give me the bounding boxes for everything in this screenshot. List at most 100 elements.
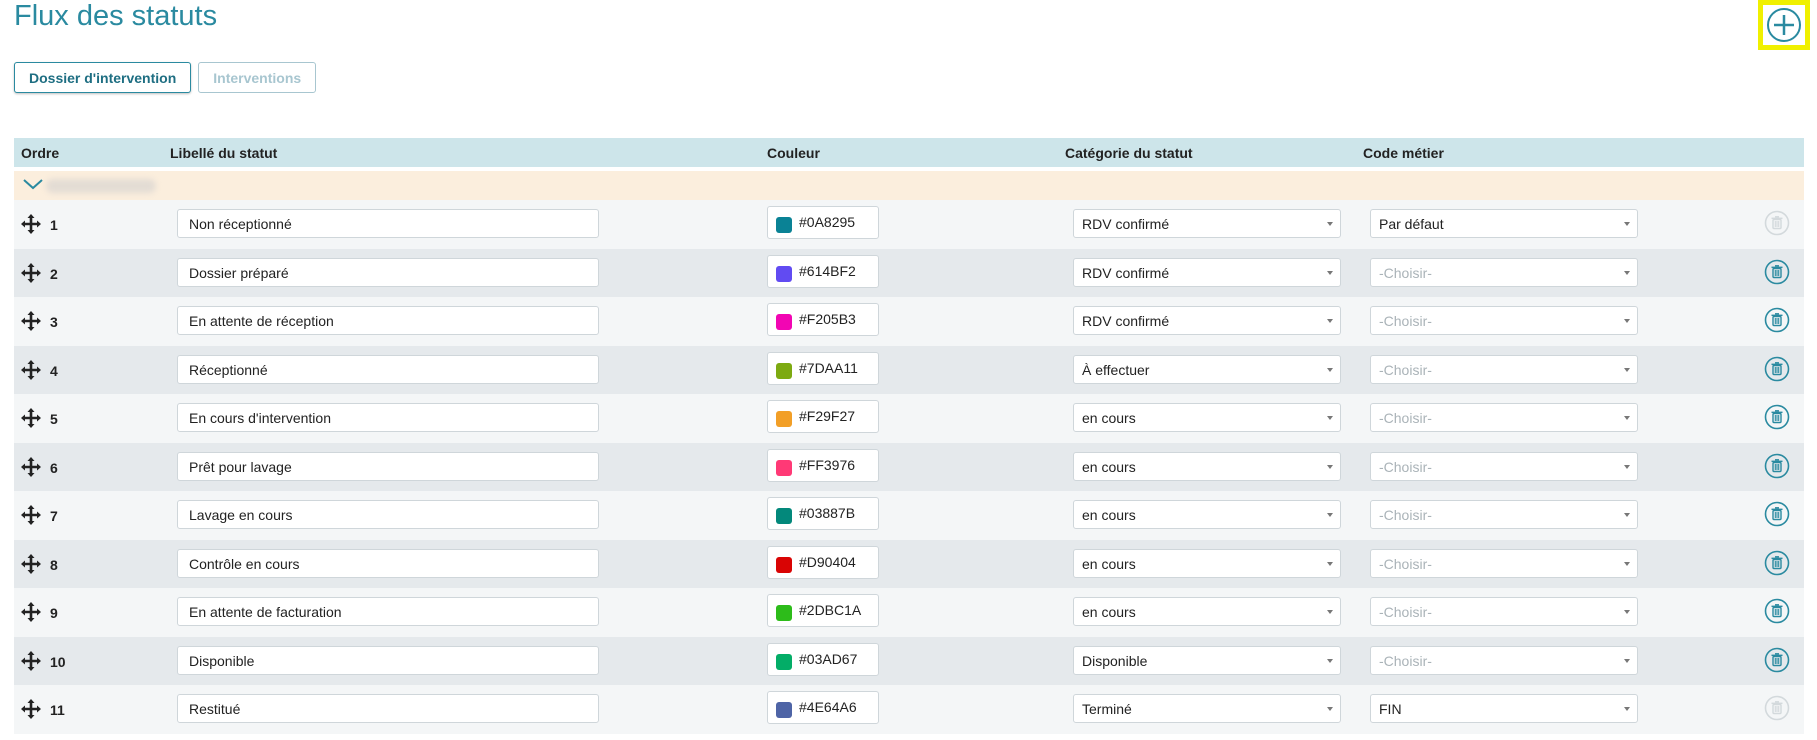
code-select[interactable]: -Choisir- [1370,597,1638,626]
color-picker[interactable]: #0A8295 [767,206,879,239]
category-select[interactable]: en cours [1073,597,1341,626]
caret-down-icon [1624,658,1630,663]
trash-icon[interactable] [1764,356,1790,382]
category-value: Terminé [1082,701,1132,717]
status-label-input[interactable]: En attente de réception [177,306,599,335]
category-select[interactable]: en cours [1073,500,1341,529]
tab-interventions[interactable]: Interventions [198,62,317,93]
status-rows: 1 Non réceptionné #0A8295 RDV confirmé P… [14,200,1804,734]
trash-icon[interactable] [1764,307,1790,333]
trash-icon[interactable] [1764,550,1790,576]
color-picker[interactable]: #F205B3 [767,303,879,336]
row-order: 3 [50,314,58,330]
color-picker[interactable]: #F29F27 [767,400,879,433]
table-row: 1 Non réceptionné #0A8295 RDV confirmé P… [14,200,1804,249]
code-select[interactable]: -Choisir- [1370,548,1638,578]
move-arrows-icon[interactable] [20,310,42,332]
row-order: 6 [50,459,58,476]
move-arrows-icon[interactable] [20,359,42,381]
color-picker[interactable]: #7DAA11 [767,351,879,385]
status-label-input[interactable]: Restitué [177,694,599,723]
code-select[interactable]: -Choisir- [1370,306,1638,335]
code-select[interactable]: -Choisir- [1370,500,1638,529]
caret-down-icon [1327,513,1333,517]
status-label-input[interactable]: En cours d'intervention [177,403,599,432]
color-picker[interactable]: #2DBC1A [767,594,879,627]
status-label-input[interactable]: Disponible [177,645,599,675]
trash-icon[interactable] [1764,404,1790,430]
color-picker[interactable]: #03AD67 [767,642,879,676]
move-arrows-icon[interactable] [20,601,42,623]
code-value: -Choisir- [1379,652,1432,669]
trash-icon[interactable] [1764,647,1790,673]
tab-dossier-intervention[interactable]: Dossier d'intervention [14,62,192,93]
move-arrows-icon[interactable] [20,650,42,672]
move-arrows-icon[interactable] [20,213,42,235]
table-row: 4 Réceptionné #7DAA11 À effectuer -Chois… [14,345,1804,394]
status-label-input[interactable]: Réceptionné [177,354,599,384]
code-value: -Choisir- [1379,555,1432,572]
caret-down-icon [1327,707,1333,711]
category-select[interactable]: Terminé [1073,694,1341,723]
color-picker[interactable]: #03887B [767,497,879,530]
table-row: 6 Prêt pour lavage #FF3976 en cours -Cho… [14,442,1804,491]
move-arrows-icon[interactable] [20,504,42,526]
move-arrows-icon[interactable] [20,407,42,429]
code-select[interactable]: -Choisir- [1370,403,1638,432]
color-picker[interactable]: #D90404 [767,545,879,579]
move-arrows-icon[interactable] [20,698,42,720]
code-select[interactable]: -Choisir- [1370,645,1638,675]
caret-down-icon [1624,270,1630,275]
category-select[interactable]: Disponible [1073,645,1341,675]
category-select[interactable]: en cours [1073,451,1341,481]
caret-down-icon [1327,319,1333,323]
status-label-input[interactable]: Lavage en cours [177,500,599,529]
color-swatch [776,411,792,427]
move-arrows-icon[interactable] [20,456,42,478]
status-label-input[interactable]: Contrôle en cours [177,548,599,578]
caret-down-icon [1624,222,1630,226]
add-status-button[interactable] [1758,0,1810,50]
status-group-row[interactable] [14,171,1804,200]
category-value: Disponible [1082,652,1148,669]
status-label-input[interactable]: En attente de facturation [177,597,599,626]
trash-icon[interactable] [1764,453,1790,479]
color-hex: #F205B3 [799,311,856,327]
category-select[interactable]: RDV confirmé [1073,306,1341,335]
status-label-input[interactable]: Non réceptionné [177,209,599,238]
code-select[interactable]: Par défaut [1370,209,1638,238]
header-color: Couleur [767,145,820,161]
trash-icon[interactable] [1764,501,1790,527]
caret-down-icon [1327,658,1333,663]
code-select[interactable]: FIN [1370,694,1638,723]
trash-icon[interactable] [1764,259,1790,285]
trash-icon[interactable] [1764,598,1790,624]
category-select[interactable]: RDV confirmé [1073,209,1341,238]
header-category: Catégorie du statut [1065,145,1193,161]
category-value: À effectuer [1082,361,1150,378]
category-value: en cours [1082,507,1136,523]
status-label-input[interactable]: Dossier préparé [177,257,599,287]
color-picker[interactable]: #FF3976 [767,448,879,482]
move-arrows-icon[interactable] [20,262,42,284]
category-value: en cours [1082,604,1136,620]
code-select[interactable]: -Choisir- [1370,257,1638,287]
chevron-down-icon[interactable] [22,177,44,191]
category-select[interactable]: À effectuer [1073,354,1341,384]
category-select[interactable]: en cours [1073,403,1341,432]
category-select[interactable]: RDV confirmé [1073,257,1341,287]
color-picker[interactable]: #4E64A6 [767,691,879,724]
status-label-input[interactable]: Prêt pour lavage [177,451,599,481]
code-value: -Choisir- [1379,264,1432,281]
color-picker[interactable]: #614BF2 [767,254,879,288]
color-swatch [776,314,792,330]
caret-down-icon [1327,610,1333,614]
move-arrows-icon[interactable] [20,553,42,575]
color-swatch [776,459,792,476]
code-select[interactable]: -Choisir- [1370,451,1638,481]
row-order: 8 [50,556,58,573]
code-select[interactable]: -Choisir- [1370,354,1638,384]
color-hex: #F29F27 [799,408,856,424]
caret-down-icon [1327,367,1333,372]
category-select[interactable]: en cours [1073,548,1341,578]
